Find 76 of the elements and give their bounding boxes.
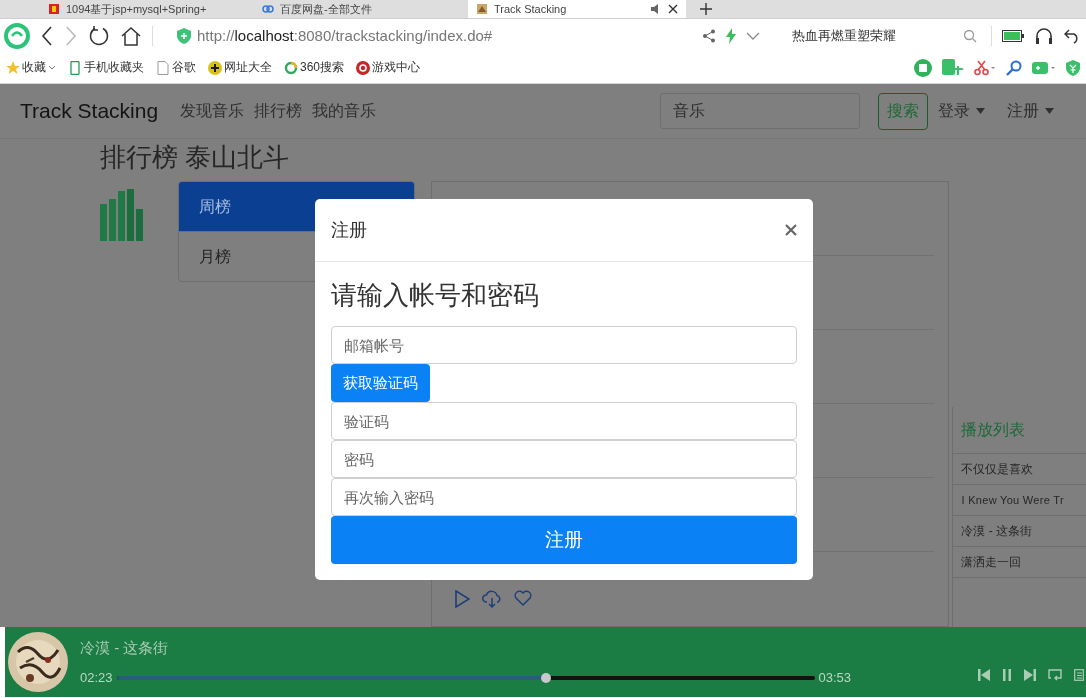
address-field[interactable]: http://localhost:8080/trackstacking/index.do# bbox=[197, 27, 493, 44]
ring-icon bbox=[284, 60, 298, 75]
get-code-button[interactable]: 获取验证码 bbox=[331, 364, 430, 402]
tab-favicon-icon bbox=[476, 3, 488, 15]
input-field[interactable]: 验证码 bbox=[331, 402, 797, 440]
register-button[interactable]: 注册 bbox=[331, 516, 797, 564]
elapsed-time: 02:23 bbox=[80, 670, 113, 685]
bookmark-item[interactable]: 收藏 bbox=[6, 59, 56, 76]
bar-chart-icon bbox=[100, 189, 146, 241]
share-icon[interactable] bbox=[702, 28, 716, 43]
tab-favicon-icon bbox=[48, 3, 60, 15]
play-icon[interactable] bbox=[454, 590, 471, 608]
song-title: 冷漠 - 这条街 bbox=[80, 639, 170, 658]
playlist-item[interactable]: 潇洒走一回 bbox=[953, 547, 1086, 578]
download-cloud-icon[interactable] bbox=[482, 590, 503, 608]
input-field[interactable]: 密码 bbox=[331, 440, 797, 478]
magnifier-icon[interactable] bbox=[1006, 59, 1022, 76]
nav-link[interactable]: 排行榜 bbox=[254, 100, 303, 122]
shield-icon bbox=[177, 27, 191, 44]
next-icon[interactable] bbox=[1024, 669, 1036, 681]
previous-icon[interactable] bbox=[978, 669, 990, 681]
star-icon bbox=[6, 60, 20, 75]
phone-icon bbox=[68, 60, 82, 75]
bookmark-item[interactable]: 谷歌 bbox=[156, 59, 196, 76]
caret-icon bbox=[1045, 108, 1054, 114]
game-icon bbox=[356, 60, 371, 75]
headphones-icon[interactable] bbox=[1034, 25, 1054, 46]
bookmark-item[interactable]: 游戏中心 bbox=[356, 59, 421, 76]
dropdown-caret-icon[interactable] bbox=[746, 30, 760, 41]
bookmark-item[interactable]: 360搜索 bbox=[284, 59, 345, 76]
browser-tab[interactable]: 1094基于jsp+mysql+Spring+ bbox=[40, 0, 240, 18]
nav-link[interactable]: 我的音乐 bbox=[312, 100, 377, 122]
caret-icon bbox=[48, 64, 56, 71]
close-icon[interactable] bbox=[785, 224, 797, 236]
search-field[interactable]: 热血再燃重塑荣耀 bbox=[770, 26, 981, 45]
page-icon bbox=[156, 60, 170, 75]
back-icon[interactable] bbox=[40, 24, 54, 47]
plus-circle-icon bbox=[208, 60, 222, 75]
pause-icon[interactable] bbox=[1002, 669, 1012, 681]
dialog-heading: 请输入帐号和密码 bbox=[331, 279, 540, 312]
duration-time: 03:53 bbox=[818, 670, 852, 685]
list-icon[interactable] bbox=[1074, 669, 1084, 681]
playlist-item[interactable]: 不仅仅是喜欢 bbox=[953, 454, 1086, 485]
nav-link[interactable]: 发现音乐 bbox=[180, 100, 245, 122]
gamepad-icon[interactable] bbox=[1032, 59, 1056, 76]
bookmark-item[interactable]: 手机收藏夹 bbox=[68, 59, 144, 76]
input-field[interactable]: 邮箱帐号 bbox=[331, 326, 797, 364]
nav-dropdown[interactable]: 注册 bbox=[1007, 100, 1054, 122]
progress-handle[interactable] bbox=[540, 672, 551, 683]
home-icon[interactable] bbox=[120, 24, 142, 47]
caret-icon bbox=[976, 108, 985, 114]
tab-favicon-icon bbox=[262, 3, 274, 15]
undo-icon[interactable] bbox=[1064, 27, 1080, 44]
nav-dropdown[interactable]: 登录 bbox=[938, 100, 985, 122]
close-icon[interactable] bbox=[668, 4, 678, 14]
new-tab-icon[interactable] bbox=[700, 3, 712, 15]
lightning-icon[interactable] bbox=[726, 27, 736, 44]
heart-icon[interactable] bbox=[514, 590, 533, 606]
playlist-title: 播放列表 bbox=[953, 407, 1086, 454]
bookmark-item[interactable]: 网址大全 bbox=[208, 59, 272, 76]
progress-bar[interactable] bbox=[116, 675, 815, 680]
input-field[interactable]: 再次输入密码 bbox=[331, 478, 797, 516]
battery-icon[interactable] bbox=[1002, 29, 1024, 42]
page-heading: 排行榜 泰山北斗 bbox=[100, 141, 291, 174]
playlist-item[interactable]: 冷漠 - 这条街 bbox=[953, 516, 1086, 547]
search-field[interactable]: 音乐 bbox=[660, 93, 860, 129]
refresh-icon[interactable] bbox=[88, 24, 110, 47]
forward-icon[interactable] bbox=[64, 24, 78, 47]
browser-tab[interactable]: 百度网盘-全部文件 bbox=[254, 0, 454, 18]
search-icon[interactable] bbox=[963, 28, 977, 43]
loop-icon[interactable] bbox=[1048, 669, 1062, 681]
browser-tab[interactable]: Track Stacking bbox=[468, 0, 686, 18]
scissors-icon[interactable] bbox=[974, 59, 996, 76]
brand-name[interactable]: Track Stacking bbox=[20, 99, 159, 123]
shield-yen-icon[interactable] bbox=[1066, 59, 1080, 76]
browser-logo-icon bbox=[4, 22, 30, 49]
